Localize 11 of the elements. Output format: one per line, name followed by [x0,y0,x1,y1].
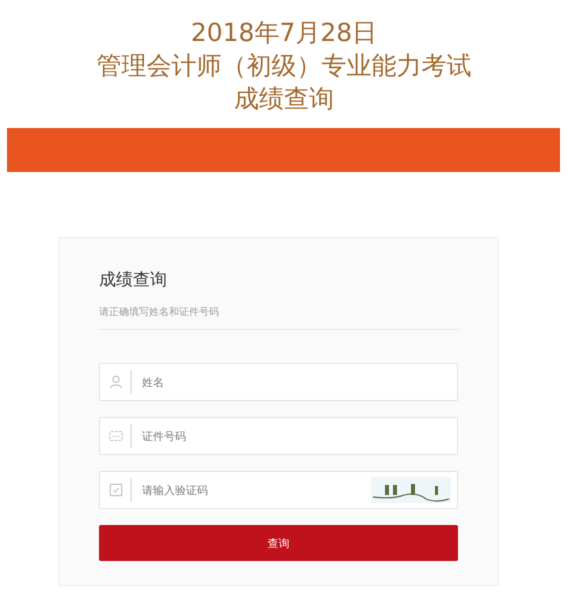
page-title: 管理会计师（初级）专业能力考试 [96,50,472,82]
input-field[interactable]: 请输入验证码 [99,471,458,509]
form-hint: 请正确填写姓名和证件号码 [99,306,220,319]
page-title: 2018年7月28日 [190,17,378,49]
user-icon [109,375,123,389]
form-title: 成绩查询 [99,269,168,291]
page-title: 成绩查询 [233,83,335,115]
card-icon [109,429,123,443]
text-input[interactable]: 请输入验证码 [132,471,371,509]
checkbox-icon [109,483,123,497]
query-button[interactable]: 查询 [99,525,458,561]
